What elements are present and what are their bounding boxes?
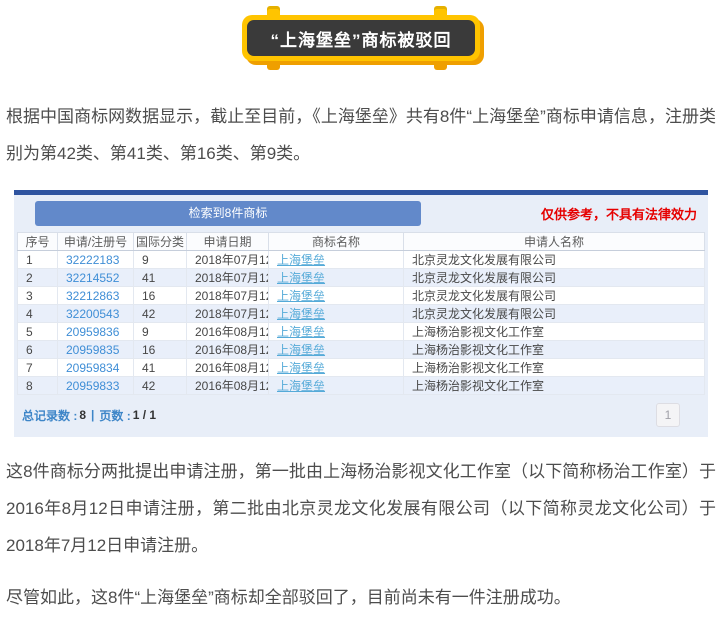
column-header-trademark-name: 商标名称 (268, 232, 404, 251)
pages-label: 页数 : (99, 408, 131, 423)
paragraph-conclusion: 尽管如此，这8件“上海堡垒”商标却全部驳回了，目前尚未有一件注册成功。 (6, 588, 571, 607)
application-number-link[interactable]: 32214552 (66, 271, 119, 285)
cell-applicant-name: 北京灵龙文化发展有限公司 (403, 250, 705, 269)
cell-intl-class: 42 (133, 376, 187, 395)
cell-trademark-name: 上海堡垒 (268, 376, 404, 395)
cell-intl-class: 41 (133, 268, 187, 287)
cell-applicant-name: 北京灵龙文化发展有限公司 (403, 286, 705, 305)
column-header-applicant-name: 申请人名称 (403, 232, 705, 251)
cell-application-number: 20959835 (57, 340, 134, 359)
cell-application-date: 2018年07月12日 (186, 268, 269, 287)
cell-serial: 6 (17, 340, 58, 359)
pages-value: 1 / 1 (132, 408, 157, 422)
column-header-serial: 序号 (17, 232, 58, 251)
cell-intl-class: 9 (133, 322, 187, 341)
cell-applicant-name: 上海杨治影视文化工作室 (403, 340, 705, 359)
cell-application-number: 32200543 (57, 304, 134, 323)
cell-serial: 5 (17, 322, 58, 341)
page-1-button[interactable]: 1 (656, 403, 680, 427)
column-header-intl-class: 国际分类 (133, 232, 187, 251)
cell-application-number: 32214552 (57, 268, 134, 287)
paragraph-application-batches: 这8件商标分两批提出申请注册，第一批由上海杨治影视文化工作室（以下简称杨治工作室… (6, 462, 716, 555)
table-row: 4 32200543 422018年07月12日上海堡垒 北京灵龙文化发展有限公司 (17, 304, 705, 323)
cell-serial: 1 (17, 250, 58, 269)
application-number-link[interactable]: 32222183 (66, 253, 119, 267)
trademark-name-link[interactable]: 上海堡垒 (277, 379, 325, 393)
table-header-row: 序号 申请/注册号 国际分类 申请日期 商标名称 申请人名称 (17, 232, 705, 251)
cell-intl-class: 16 (133, 286, 187, 305)
cell-serial: 7 (17, 358, 58, 377)
cell-serial: 2 (17, 268, 58, 287)
table-row: 8 20959833 422016年08月12日上海堡垒 上海杨治影视文化工作室 (17, 376, 705, 395)
cell-application-date: 2016年08月12日 (186, 340, 269, 359)
legal-disclaimer: 仅供参考，不具有法律效力 (540, 207, 697, 222)
cell-trademark-name: 上海堡垒 (268, 286, 404, 305)
results-table: 序号 申请/注册号 国际分类 申请日期 商标名称 申请人名称 1 32222183 9 2018… (17, 232, 705, 395)
cell-trademark-name: 上海堡垒 (268, 304, 404, 323)
total-records-value: 8 (79, 408, 87, 422)
trademark-name-link[interactable]: 上海堡垒 (277, 307, 325, 321)
cell-trademark-name: 上海堡垒 (268, 250, 404, 269)
trademark-name-link[interactable]: 上海堡垒 (277, 289, 325, 303)
application-number-link[interactable]: 20959834 (66, 361, 119, 375)
widget-footer: 总记录数 : 8 | 页数 : 1 / 1 1 (14, 395, 708, 437)
table-row: 3 32212863 162018年07月12日上海堡垒 北京灵龙文化发展有限公司 (17, 286, 705, 305)
application-number-link[interactable]: 20959835 (66, 343, 119, 357)
cell-application-date: 2016年08月12日 (186, 358, 269, 377)
cell-application-number: 32212863 (57, 286, 134, 305)
cell-intl-class: 9 (133, 250, 187, 269)
cell-applicant-name: 上海杨治影视文化工作室 (403, 322, 705, 341)
paragraph-intro: 根据中国商标网数据显示，截止至目前，《上海堡垒》共有8件“上海堡垒”商标申请信息… (6, 107, 716, 163)
result-count-button[interactable]: 检索到8件商标 (35, 201, 421, 226)
trademark-search-widget: 检索到8件商标 仅供参考，不具有法律效力 序号 申请/注册号 国际分类 申请日期 商标名… (14, 190, 708, 437)
cell-intl-class: 42 (133, 304, 187, 323)
table-row: 5 20959836 92016年08月12日上海堡垒 上海杨治影视文化工作室 (17, 322, 705, 341)
results-table-body: 13222218392018年07月12日上海堡垒北京灵龙文化发展有限公司232… (17, 250, 705, 395)
cell-trademark-name: 上海堡垒 (268, 340, 404, 359)
cell-application-date: 2018年07月12日 (186, 304, 269, 323)
cell-serial: 3 (17, 286, 58, 305)
cell-trademark-name: 上海堡垒 (268, 268, 404, 287)
cell-applicant-name: 上海杨治影视文化工作室 (403, 358, 705, 377)
trademark-name-link[interactable]: 上海堡垒 (277, 325, 325, 339)
table-row: 6 20959835 162016年08月12日上海堡垒 上海杨治影视文化工作室 (17, 340, 705, 359)
cell-application-number: 20959833 (57, 376, 134, 395)
table-row: 7 20959834 412016年08月12日上海堡垒 上海杨治影视文化工作室 (17, 358, 705, 377)
cell-application-number: 20959836 (57, 322, 134, 341)
cell-serial: 8 (17, 376, 58, 395)
cell-trademark-name: 上海堡垒 (268, 358, 404, 377)
cell-applicant-name: 上海杨治影视文化工作室 (403, 376, 705, 395)
cell-application-date: 2016年08月12日 (186, 322, 269, 341)
application-number-link[interactable]: 20959833 (66, 379, 119, 393)
column-header-application-date: 申请日期 (186, 232, 269, 251)
cell-application-number: 20959834 (57, 358, 134, 377)
cell-applicant-name: 北京灵龙文化发展有限公司 (403, 304, 705, 323)
trademark-name-link[interactable]: 上海堡垒 (277, 361, 325, 375)
cell-intl-class: 41 (133, 358, 187, 377)
widget-toolbar: 检索到8件商标 仅供参考，不具有法律效力 (14, 195, 708, 232)
column-header-application-number: 申请/注册号 (57, 232, 134, 251)
table-row: 2 32214552 412018年07月12日上海堡垒 北京灵龙文化发展有限公司 (17, 268, 705, 287)
trademark-name-link[interactable]: 上海堡垒 (277, 253, 325, 267)
application-number-link[interactable]: 32212863 (66, 289, 119, 303)
cell-application-number: 32222183 (57, 250, 134, 269)
cell-application-date: 2018年07月12日 (186, 286, 269, 305)
banner-plate: “上海堡垒”商标被驳回 (242, 15, 480, 61)
table-row: 1 32222183 92018年07月12日上海堡垒 北京灵龙文化发展有限公司 (17, 250, 705, 269)
page-title: “上海堡垒”商标被驳回 (247, 20, 475, 56)
cell-trademark-name: 上海堡垒 (268, 322, 404, 341)
cell-serial: 4 (17, 304, 58, 323)
total-records-label: 总记录数 : (22, 408, 78, 423)
application-number-link[interactable]: 20959836 (66, 325, 119, 339)
cell-application-date: 2018年07月12日 (186, 250, 269, 269)
title-banner: “上海堡垒”商标被驳回 (242, 6, 480, 70)
trademark-name-link[interactable]: 上海堡垒 (277, 343, 325, 357)
trademark-name-link[interactable]: 上海堡垒 (277, 271, 325, 285)
cell-applicant-name: 北京灵龙文化发展有限公司 (403, 268, 705, 287)
cell-application-date: 2016年08月12日 (186, 376, 269, 395)
footer-separator: | (91, 408, 95, 422)
application-number-link[interactable]: 32200543 (66, 307, 119, 321)
cell-intl-class: 16 (133, 340, 187, 359)
